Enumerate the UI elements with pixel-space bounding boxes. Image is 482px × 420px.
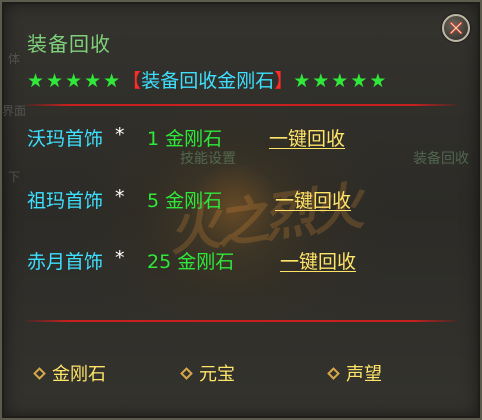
bracket-close: 】	[274, 70, 294, 92]
recycle-button-woma[interactable]: 一键回收	[269, 124, 345, 151]
divider-top	[26, 104, 456, 106]
divider-bottom	[26, 320, 456, 322]
currency-prestige[interactable]: 声望	[327, 360, 382, 386]
stars-left: ★★★★★	[27, 70, 123, 92]
row-multiplier: *	[115, 124, 125, 146]
ghost-skill-setting: 技能设置	[180, 151, 236, 167]
ghost-equip-recycle: 装备回收	[413, 151, 469, 167]
recycle-window: 火之烈火 技能设置 装备回收 体 界面 下 装备回收 ★★★★★【装备回收金刚石…	[0, 0, 482, 420]
ghost-left-2: 界面	[2, 104, 27, 118]
banner-heading: 装备回收金刚石	[141, 70, 275, 92]
row-multiplier: *	[115, 247, 125, 269]
stars-right: ★★★★★	[293, 70, 389, 92]
currency-label: 元宝	[199, 364, 235, 385]
window-title: 装备回收	[27, 32, 111, 56]
row-multiplier: *	[115, 186, 125, 208]
row-cost: 25 金刚石	[147, 251, 235, 273]
recycle-button-zuma[interactable]: 一键回收	[275, 186, 351, 213]
close-button[interactable]	[442, 14, 470, 42]
bracket-open: 【	[122, 70, 142, 92]
diamond-bullet-icon	[180, 367, 193, 380]
diamond-bullet-icon	[327, 367, 340, 380]
row-cost: 1 金刚石	[147, 128, 223, 150]
currency-diamond[interactable]: 金刚石	[33, 360, 106, 386]
row-item-name: 沃玛首饰	[27, 128, 104, 150]
currency-label: 声望	[346, 364, 382, 385]
diamond-bullet-icon	[33, 367, 46, 380]
ghost-left-1: 体	[7, 52, 20, 66]
row-item-name: 祖玛首饰	[27, 190, 104, 212]
currency-label: 金刚石	[52, 364, 106, 385]
close-icon	[449, 21, 463, 35]
row-cost: 5 金刚石	[147, 190, 223, 212]
header-banner: ★★★★★【装备回收金刚石】★★★★★	[27, 66, 389, 92]
row-item-name: 赤月首饰	[27, 251, 104, 273]
recycle-button-chiyue[interactable]: 一键回收	[280, 247, 356, 274]
ghost-left-3: 下	[7, 170, 20, 184]
currency-yuanbao[interactable]: 元宝	[180, 360, 235, 386]
